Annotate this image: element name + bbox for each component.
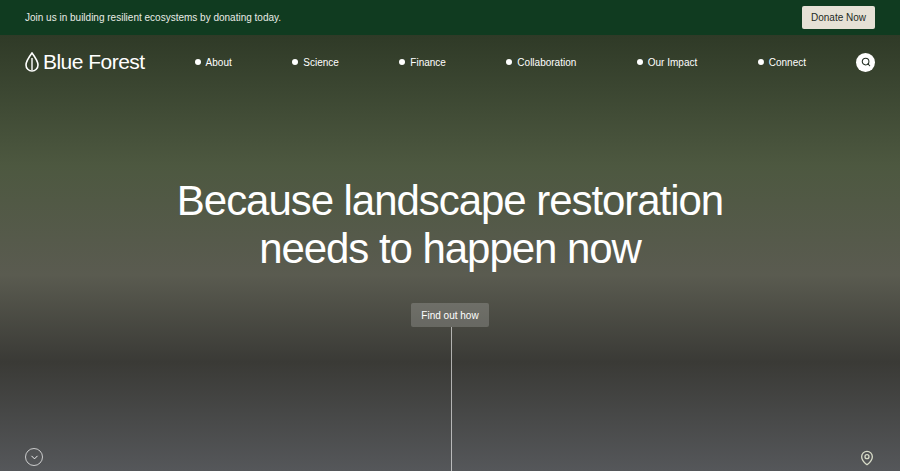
find-out-button[interactable]: Find out how: [411, 303, 488, 327]
chevron-down-icon: [29, 452, 40, 463]
nav-dot: [637, 59, 643, 65]
nav-dot: [758, 59, 764, 65]
nav-item[interactable]: Collaboration: [506, 55, 576, 70]
announcement-bar: Join us in building resilient ecosystems…: [0, 0, 900, 35]
location-pin-icon[interactable]: [859, 450, 875, 466]
nav-item[interactable]: Connect: [758, 55, 806, 70]
nav-item[interactable]: Science: [292, 55, 339, 70]
nav-item[interactable]: Our Impact: [637, 55, 697, 70]
logo[interactable]: Blue Forest: [25, 49, 145, 75]
logo-drop-icon: [25, 52, 39, 72]
scroll-line: [451, 327, 452, 471]
nav-item[interactable]: About: [195, 55, 232, 70]
nav-dot: [506, 59, 512, 65]
hero-headline: Because landscape restoration needs to h…: [120, 177, 780, 273]
nav-dot: [399, 59, 405, 65]
donate-button[interactable]: Donate Now: [802, 6, 875, 29]
search-button[interactable]: [856, 53, 875, 72]
nav-list: About Science Finance Collaboration Our Impa…: [195, 55, 806, 70]
scroll-down-button[interactable]: [25, 448, 43, 466]
hero: Blue Forest About Science Finance Collaborat…: [0, 35, 900, 471]
nav-dot: [195, 59, 201, 65]
main-nav: Blue Forest About Science Finance Collaborat…: [0, 35, 900, 75]
announcement-text: Join us in building resilient ecosystems…: [25, 10, 281, 25]
search-icon: [861, 57, 871, 67]
page: Join us in building resilient ecosystems…: [0, 0, 900, 471]
nav-item[interactable]: Finance: [399, 55, 446, 70]
nav-dot: [292, 59, 298, 65]
